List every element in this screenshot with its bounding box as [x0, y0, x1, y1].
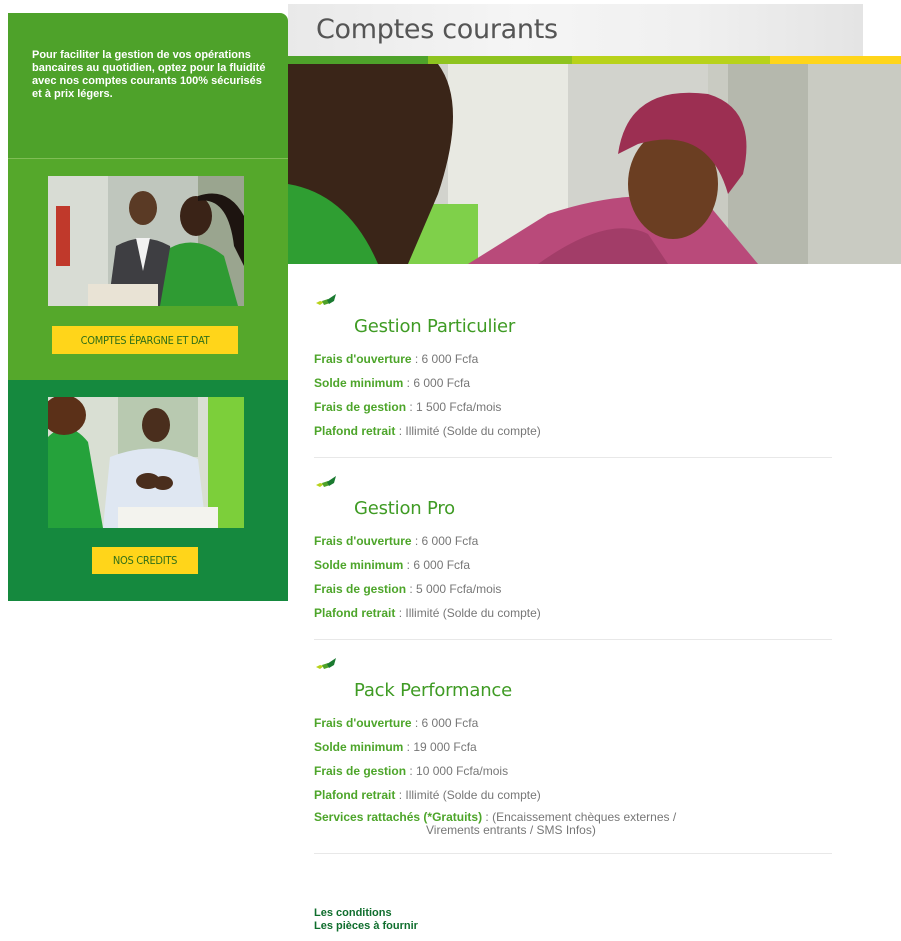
fee-label: Frais d'ouverture	[314, 534, 412, 548]
fee-row: Plafond retrait : Illimité (Solde du com…	[314, 601, 832, 625]
fee-row: Frais de gestion : 10 000 Fcfa/mois	[314, 759, 832, 783]
leaf-bullet-icon	[316, 294, 336, 305]
required-documents-link[interactable]: Les pièces à fournir	[314, 920, 418, 933]
fee-label: Frais de gestion	[314, 582, 407, 596]
fee-row: Frais de gestion : 5 000 Fcfa/mois	[314, 577, 832, 601]
fee-row: Solde minimum : 19 000 Fcfa	[314, 735, 832, 759]
fee-row: Frais d'ouverture : 6 000 Fcfa	[314, 347, 832, 371]
fee-label: Solde minimum	[314, 740, 404, 754]
info-links: Les conditions Les pièces à fournir	[314, 907, 418, 933]
offer-section-pro: Gestion Pro Frais d'ouverture : 6 000 Fc…	[314, 474, 832, 625]
fee-row: Solde minimum : 6 000 Fcfa	[314, 371, 832, 395]
page-title: Comptes courants	[316, 14, 558, 45]
page-header: Comptes courants	[288, 4, 863, 56]
conditions-link[interactable]: Les conditions	[314, 907, 418, 920]
section-title: Gestion Particulier	[354, 316, 516, 337]
offer-section-particulier: Gestion Particulier Frais d'ouverture : …	[314, 292, 832, 443]
fee-label: Frais de gestion	[314, 400, 407, 414]
sidebar-intro-text: Pour faciliter la gestion de vos opérati…	[32, 49, 266, 100]
fee-value: : Illimité (Solde du compte)	[395, 788, 541, 802]
bank-advisor-photo	[48, 176, 244, 306]
fee-value: : 1 500 Fcfa/mois	[406, 400, 502, 414]
fee-value: : 6 000 Fcfa	[403, 558, 471, 572]
fee-value: : 6 000 Fcfa	[411, 534, 479, 548]
fee-label: Frais d'ouverture	[314, 716, 412, 730]
fee-value: : 19 000 Fcfa	[403, 740, 477, 754]
fee-label: Plafond retrait	[314, 606, 396, 620]
fee-row: Plafond retrait : Illimité (Solde du com…	[314, 419, 832, 443]
fee-value: : Illimité (Solde du compte)	[395, 606, 541, 620]
fee-label: Solde minimum	[314, 558, 404, 572]
offer-section-performance: Pack Performance Frais d'ouverture : 6 0…	[314, 656, 832, 841]
fee-label: Frais d'ouverture	[314, 352, 412, 366]
hero-banner-image	[288, 64, 901, 264]
section-title: Pack Performance	[354, 680, 512, 701]
fee-value: : 6 000 Fcfa	[411, 352, 479, 366]
fee-value: : 6 000 Fcfa	[411, 716, 479, 730]
services-label: Services rattachés (*Gratuits)	[314, 810, 483, 824]
fee-value: : Illimité (Solde du compte)	[395, 424, 541, 438]
fee-row: Frais d'ouverture : 6 000 Fcfa	[314, 529, 832, 553]
section-divider	[314, 853, 832, 854]
leaf-bullet-icon	[316, 658, 336, 669]
fee-row: Solde minimum : 6 000 Fcfa	[314, 553, 832, 577]
credits-button[interactable]: NOS CREDITS	[92, 547, 198, 574]
credits-promo-block: NOS CREDITS	[8, 380, 288, 601]
fee-value: : 10 000 Fcfa/mois	[406, 764, 509, 778]
savings-accounts-button[interactable]: COMPTES ÉPARGNE ET DAT	[52, 326, 238, 354]
sidebar: Pour faciliter la gestion de vos opérati…	[8, 13, 288, 601]
sidebar-intro: Pour faciliter la gestion de vos opérati…	[8, 13, 288, 158]
fee-label: Plafond retrait	[314, 424, 396, 438]
section-divider	[314, 457, 832, 458]
fee-row: Frais de gestion : 1 500 Fcfa/mois	[314, 395, 832, 419]
fee-row: Frais d'ouverture : 6 000 Fcfa	[314, 711, 832, 735]
leaf-bullet-icon	[316, 476, 336, 487]
fee-value: : 6 000 Fcfa	[403, 376, 471, 390]
services-value: : (Encaissement chèques externes /	[482, 810, 677, 824]
fee-label: Frais de gestion	[314, 764, 407, 778]
account-offers: Gestion Particulier Frais d'ouverture : …	[314, 292, 832, 870]
fee-label: Plafond retrait	[314, 788, 396, 802]
services-row: Services rattachés (*Gratuits) : (Encais…	[314, 807, 832, 841]
fee-label: Solde minimum	[314, 376, 404, 390]
section-title: Gestion Pro	[354, 498, 455, 519]
fee-row: Plafond retrait : Illimité (Solde du com…	[314, 783, 832, 807]
client-photo	[48, 397, 244, 528]
services-value-continued: Virements entrants / SMS Infos)	[426, 823, 596, 837]
section-divider	[314, 639, 832, 640]
savings-promo-block: COMPTES ÉPARGNE ET DAT	[8, 158, 288, 381]
color-stripe	[288, 56, 901, 64]
fee-value: : 5 000 Fcfa/mois	[406, 582, 502, 596]
